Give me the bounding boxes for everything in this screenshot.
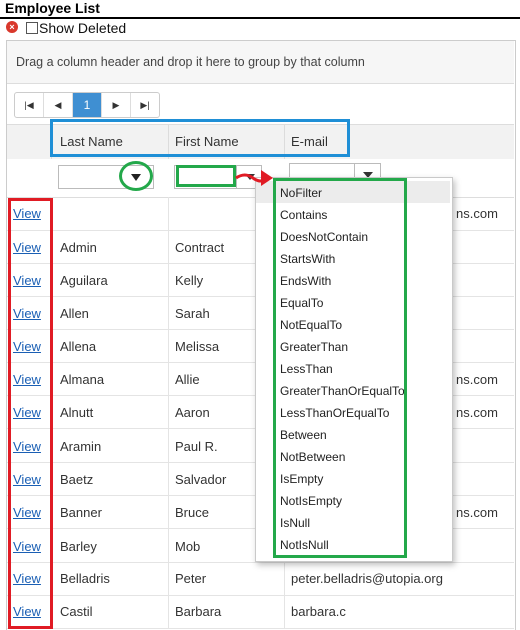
first-name-cell: Mob xyxy=(175,539,201,554)
first-name-cell: Allie xyxy=(175,372,200,387)
window-title: Employee List xyxy=(5,0,100,16)
last-name-cell: Baetz xyxy=(60,472,94,487)
group-panel-hint: Drag a column header and drop it here to… xyxy=(16,55,365,69)
last-name-cell: Almana xyxy=(60,372,105,387)
show-deleted-checkbox[interactable] xyxy=(26,22,38,34)
email-cell: barbara.c xyxy=(291,604,346,619)
annotation-green-circle xyxy=(119,161,153,191)
annotation-red-arrow-icon xyxy=(235,170,273,186)
email-cell: ns.com xyxy=(456,372,498,387)
email-cell: peter.belladris@utopia.org xyxy=(291,571,443,586)
email-cell: ns.com xyxy=(456,206,498,221)
annotation-red-box xyxy=(8,198,53,629)
last-page-icon[interactable]: ▶| xyxy=(131,93,159,117)
first-name-cell: Bruce xyxy=(175,505,209,520)
annotation-green-box-options xyxy=(273,178,407,558)
title-divider xyxy=(0,17,520,19)
last-name-cell: Alnutt xyxy=(60,405,94,420)
email-cell: ns.com xyxy=(456,405,498,420)
prev-page-icon[interactable]: ◀ xyxy=(44,93,73,117)
last-name-cell: Banner xyxy=(60,505,102,520)
first-name-cell: Aaron xyxy=(175,405,210,420)
annotation-green-box-small xyxy=(176,165,236,187)
show-deleted-label[interactable]: Show Deleted xyxy=(39,20,126,36)
email-cell: ns.com xyxy=(456,505,498,520)
first-name-cell: Kelly xyxy=(175,273,204,288)
first-name-cell: Melissa xyxy=(175,339,220,354)
first-name-cell: Peter xyxy=(175,571,207,586)
first-name-cell: Paul R. xyxy=(175,439,218,454)
first-page-icon[interactable]: |◀ xyxy=(15,93,44,117)
last-name-cell: Admin xyxy=(60,240,97,255)
first-name-cell: Barbara xyxy=(175,604,222,619)
first-name-cell: Contract xyxy=(175,240,225,255)
last-name-cell: Belladris xyxy=(60,571,110,586)
pager: |◀ ◀ 1 ▶ ▶| xyxy=(14,92,160,118)
first-name-cell: Sarah xyxy=(175,306,210,321)
next-page-icon[interactable]: ▶ xyxy=(102,93,131,117)
last-name-cell: Castil xyxy=(60,604,93,619)
first-name-cell: Salvador xyxy=(175,472,227,487)
last-name-cell: Barley xyxy=(60,539,97,554)
last-name-cell: Aguilara xyxy=(60,273,108,288)
annotation-blue-box xyxy=(50,119,350,157)
close-icon[interactable]: × xyxy=(6,21,18,33)
last-name-cell: Allena xyxy=(60,339,97,354)
last-name-cell: Allen xyxy=(60,306,89,321)
last-name-cell: Aramin xyxy=(60,439,102,454)
page-button-current[interactable]: 1 xyxy=(73,93,102,117)
